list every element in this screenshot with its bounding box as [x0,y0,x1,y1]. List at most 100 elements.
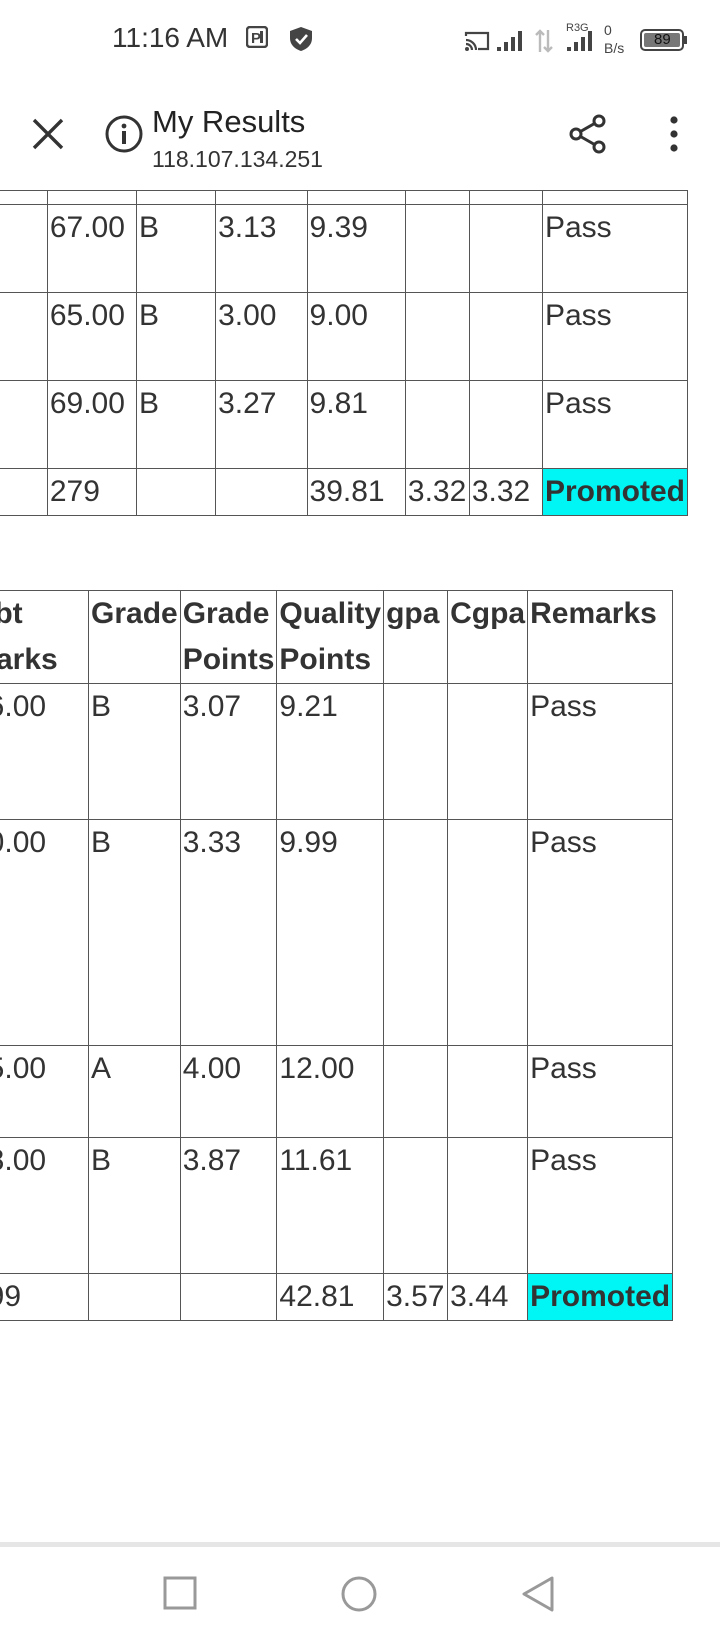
shield-icon [288,26,314,57]
results-table-semester-2: Obt Marks Grade Grade Points Quality Poi… [0,590,674,1321]
cell-remarks: Pass [541,292,689,381]
cell-gpa [404,292,470,381]
info-icon[interactable] [104,114,144,154]
cell-gpa [404,380,470,469]
table-row: 78.00 B 3.87 11.61 Pass [0,1137,674,1274]
share-icon[interactable] [566,112,610,156]
table-row: 0 67.00 B 3.13 9.39 Pass [0,204,689,293]
cell-cgpa [447,1045,529,1138]
cell-grade-points: 3.00 [215,292,308,381]
cell-cgpa: 3.32 [468,468,543,516]
home-circle-icon[interactable] [340,1575,378,1618]
signal-icon-2 [566,30,596,57]
cell-grade: B [88,819,181,1046]
cell-remarks: Pass [527,683,674,820]
cell-obt-marks: 85.00 [0,1045,89,1138]
cell-cgpa: 3.44 [447,1273,529,1321]
cell-empty [135,468,217,516]
cell-quality-points: 11.61 [276,1137,385,1274]
cell-quality-points: 9.21 [276,683,385,820]
cell-obt-marks: 78.00 [0,1137,89,1274]
page-url: 118.107.134.251 [152,146,323,172]
cell-grade-points: 4.00 [179,1045,278,1138]
speed-unit: B/s [604,40,625,56]
app-header: My Results 118.107.134.251 [0,82,720,190]
header-gpa: gpa [383,590,449,684]
table-total-row: 0 279 39.81 3.32 3.32 Promoted [0,468,689,516]
cell-grade: B [135,204,217,293]
cell-gpa [383,1137,449,1274]
cell-grade-points: 3.33 [179,819,278,1046]
cell-quality-points: 9.81 [306,380,406,469]
cell-quality-points: 9.99 [276,819,385,1046]
cell-grade: B [88,1137,181,1274]
close-icon[interactable] [26,112,70,156]
header-remarks: Remarks [527,590,674,684]
cell-gpa: 3.32 [404,468,470,516]
cell-grade-points: 3.07 [179,683,278,820]
back-triangle-icon[interactable] [520,1575,556,1618]
cell-cgpa [468,380,543,469]
cell-total-marks: 279 [46,468,138,516]
table-row: 66.00 B 3.07 9.21 Pass [0,683,674,820]
recents-square-icon[interactable] [162,1575,198,1616]
table-row-clipped [0,190,689,205]
table-total-row: 299 42.81 3.57 3.44 Promoted [0,1273,674,1321]
cell-empty [215,468,308,516]
cell-empty [88,1273,181,1321]
cell-obt-marks: 69.00 [46,380,138,469]
cell-cgpa [447,1137,529,1274]
cell-gpa [404,204,470,293]
table-row: 70.00 B 3.33 9.99 Pass [0,819,674,1046]
svg-text:P: P [251,30,261,47]
cell-empty [179,1273,278,1321]
cell-quality-points: 9.00 [306,292,406,381]
cell-remarks: Pass [527,1137,674,1274]
cell-gpa: 3.57 [383,1273,449,1321]
page-title: My Results [152,104,306,139]
header-grade: Grade [88,590,181,684]
cell: 0 [0,468,48,516]
table-row: 0 65.00 B 3.00 9.00 Pass [0,292,689,381]
cell-obt-marks: 66.00 [0,683,89,820]
cell-cgpa [468,204,543,293]
more-vert-icon[interactable] [660,112,688,156]
status-time: 11:16 AM [112,22,229,53]
cell-grade: B [88,683,181,820]
cast-icon [464,30,490,57]
cell-grade: B [135,380,217,469]
cell-gpa [383,1045,449,1138]
cell-grade-points: 3.13 [215,204,308,293]
cell-obt-marks: 67.00 [46,204,138,293]
status-badge-promoted: Promoted [541,468,689,516]
speed-value: 0 [604,22,612,38]
cell-total-quality-points: 42.81 [276,1273,385,1321]
cell-grade: B [135,292,217,381]
cell-total-marks: 299 [0,1273,89,1321]
cell-gpa [383,819,449,1046]
results-table-semester-1: 0 67.00 B 3.13 9.39 Pass 0 65.00 B 3.00 … [0,190,689,516]
cell-remarks: Pass [527,1045,674,1138]
header-cgpa: Cgpa [447,590,529,684]
cell-quality-points: 9.39 [306,204,406,293]
header-grade-points: Grade Points [179,590,278,684]
app-notification-icon: P [245,25,269,53]
table-row: 85.00 A 4.00 12.00 Pass [0,1045,674,1138]
cell-cgpa [447,819,529,1046]
signal-icon [496,28,526,57]
table-header-row: Obt Marks Grade Grade Points Quality Poi… [0,590,674,684]
cell-total-quality-points: 39.81 [306,468,406,516]
cell-remarks: Pass [541,380,689,469]
cell: 0 [0,380,48,469]
cell: 0 [0,204,48,293]
status-badge-promoted: Promoted [527,1273,674,1321]
system-nav-bar [0,1542,720,1645]
cell-grade-points: 3.87 [179,1137,278,1274]
cell-obt-marks: 65.00 [46,292,138,381]
cell-remarks: Pass [527,819,674,1046]
cell-gpa [383,683,449,820]
cell-cgpa [447,683,529,820]
battery-level: 89 [654,31,671,48]
cell-cgpa [468,292,543,381]
status-bar: 11:16 AM P R3G 0 B/s 89 [0,0,720,80]
